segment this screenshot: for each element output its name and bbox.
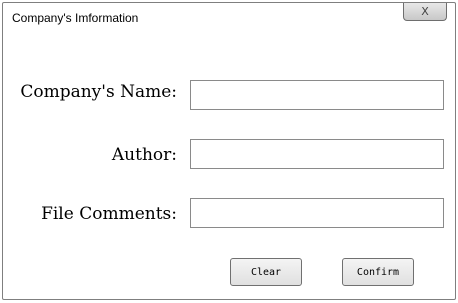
file-comments-field[interactable]: [190, 198, 444, 228]
close-button[interactable]: X: [403, 3, 447, 21]
clear-button[interactable]: Clear: [230, 258, 302, 286]
window-title: Company's Imformation: [12, 11, 139, 25]
author-label: Author:: [111, 145, 177, 165]
author-field[interactable]: [190, 139, 444, 169]
company-name-label: Company's Name:: [20, 82, 177, 102]
file-comments-label: File Comments:: [41, 204, 177, 224]
title-bar[interactable]: Company's Imformation X: [3, 3, 455, 37]
company-info-dialog: Company's Imformation X Company's Name: …: [2, 2, 456, 300]
confirm-button[interactable]: Confirm: [342, 258, 414, 286]
close-icon: X: [421, 5, 429, 18]
company-name-field[interactable]: [190, 80, 444, 110]
